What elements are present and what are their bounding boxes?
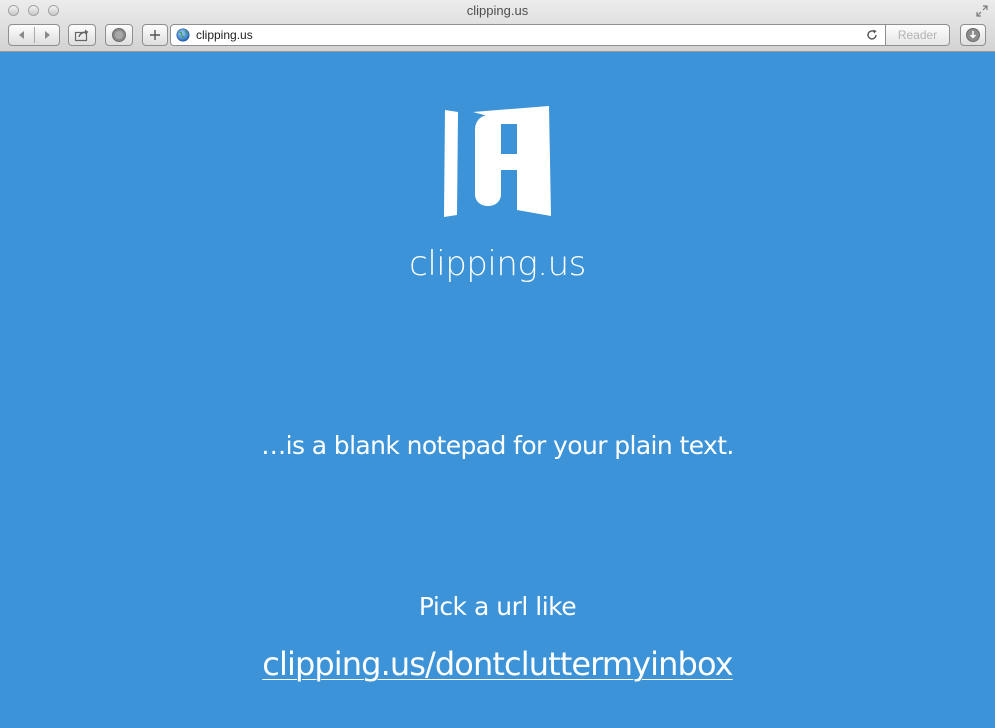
chevron-left-icon bbox=[18, 31, 24, 39]
browser-chrome: clipping.us clipping.us Reader bbox=[0, 0, 995, 52]
page-content: clipping.us …is a blank notepad for your… bbox=[0, 52, 995, 728]
example-url-link[interactable]: clipping.us/dontcluttermyinbox bbox=[0, 645, 995, 683]
browser-window: clipping.us clipping.us Reader clipping.… bbox=[0, 0, 995, 728]
globe-icon bbox=[176, 28, 190, 42]
site-name: clipping.us bbox=[409, 244, 586, 284]
download-icon bbox=[966, 28, 980, 42]
window-title: clipping.us bbox=[466, 3, 529, 18]
title-bar: clipping.us bbox=[0, 0, 995, 22]
tagline: …is a blank notepad for your plain text. bbox=[261, 431, 734, 460]
nav-buttons bbox=[8, 24, 60, 46]
reader-button[interactable]: Reader bbox=[886, 24, 950, 46]
share-button[interactable] bbox=[68, 24, 96, 46]
chevron-right-icon bbox=[44, 31, 50, 39]
clipping-logo-icon bbox=[444, 106, 551, 217]
fullscreen-icon[interactable] bbox=[975, 4, 989, 18]
forward-button[interactable] bbox=[34, 25, 59, 45]
history-icon bbox=[112, 28, 126, 42]
pick-url-label: Pick a url like bbox=[418, 592, 577, 621]
toolbar: clipping.us Reader bbox=[0, 24, 995, 48]
downloads-button[interactable] bbox=[960, 24, 986, 46]
share-icon bbox=[74, 29, 89, 42]
reload-icon[interactable] bbox=[865, 28, 879, 42]
history-button[interactable] bbox=[105, 24, 133, 46]
plus-icon bbox=[150, 30, 160, 40]
new-tab-button[interactable] bbox=[142, 24, 168, 46]
address-bar[interactable]: clipping.us bbox=[170, 24, 886, 46]
url-text: clipping.us bbox=[196, 28, 253, 42]
back-button[interactable] bbox=[9, 25, 34, 45]
